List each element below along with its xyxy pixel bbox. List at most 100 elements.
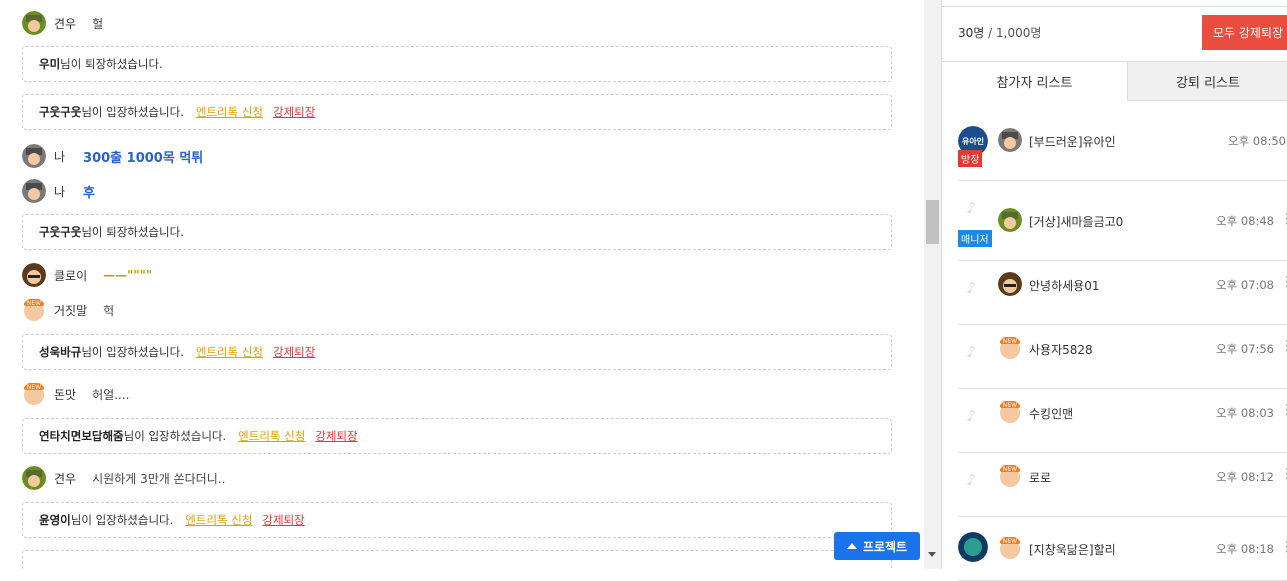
system-user: 우미 <box>39 57 61 71</box>
avatar <box>22 263 46 287</box>
chat-text: 300출 1000목 먹튀 <box>83 150 204 166</box>
avatar <box>22 466 46 490</box>
participant-row[interactable]: ♪ NEW 사용자5828 오후 07:56 ⋮ <box>958 324 1287 389</box>
more-options-icon[interactable]: ⋮ <box>1280 539 1287 555</box>
participant-row[interactable]: NEW [지창욱닮은]할리 오후 08:18 ⋮ <box>958 516 1287 581</box>
svg-text:유아인: 유아인 <box>962 136 984 146</box>
chat-message: 나 후 <box>22 179 894 203</box>
chat-message: 나 300출 1000목 먹튀 <box>22 144 894 168</box>
svg-text:NEW: NEW <box>1003 402 1017 409</box>
caret-up-icon <box>846 543 857 549</box>
chat-nick: 견우 <box>54 471 77 486</box>
entry-talk-link[interactable]: 엔트리톡 신청 <box>185 512 252 528</box>
participant-row[interactable]: ♪ 안녕하세용01 오후 07:08 ⋮ <box>958 260 1287 325</box>
chat-message: NEW 거짓말 헉 <box>22 298 894 322</box>
participant-name: 로로 <box>1029 471 1052 485</box>
participant-row[interactable]: ♪ NEW 수킹인맨 오후 08:03 ⋮ <box>958 388 1287 453</box>
participant-time: 오후 07:56 <box>1216 342 1274 356</box>
system-notice: 연타치면보답해줌 님이 입장하셨습니다. 엔트리톡 신청 강제퇴장 <box>22 418 892 454</box>
entry-talk-link[interactable]: 엔트리톡 신청 <box>238 428 305 444</box>
system-user: 윤영이 <box>39 513 71 527</box>
avatar: NEW <box>24 299 44 321</box>
more-options-icon[interactable]: ⋮ <box>1280 274 1287 290</box>
participant-count: 30명 / 1,000명 <box>958 24 1041 41</box>
more-options-icon[interactable]: ⋮ <box>1280 402 1287 418</box>
placeholder-icon: ♪ <box>966 470 977 489</box>
chat-scrollbar[interactable] <box>924 0 941 569</box>
participant-panel: 30명 / 1,000명 모두 강제퇴장 참가자 리스트 강퇴 리스트 유아인 … <box>941 0 1287 581</box>
avatar: NEW <box>1000 537 1020 559</box>
kick-link[interactable]: 강제퇴장 <box>273 344 315 360</box>
system-user: 연타치면보답해줌 <box>39 429 124 443</box>
svg-text:NEW: NEW <box>1003 338 1017 345</box>
kick-link[interactable]: 강제퇴장 <box>273 104 315 120</box>
tab-kicked-list[interactable]: 강퇴 리스트 <box>1128 61 1287 101</box>
role-badge-manager: 매니저 <box>958 230 992 247</box>
entry-talk-link[interactable]: 엔트리톡 신청 <box>196 104 263 120</box>
avatar <box>998 272 1022 296</box>
chat-text: 헉 <box>103 303 115 318</box>
chat-nick: 돈맛 <box>54 387 77 402</box>
system-text: 님이 입장하셨습니다. <box>70 513 174 527</box>
avatar <box>22 144 46 168</box>
more-options-icon[interactable]: ⋮ <box>1280 338 1287 354</box>
participant-row[interactable]: 유아인 방장 [부드러운]유아인 오후 08:50 <box>958 116 1287 181</box>
tab-participant-list[interactable]: 참가자 리스트 <box>942 61 1128 101</box>
current-count: 30명 <box>958 26 985 40</box>
system-user: 성욱바규 <box>39 345 82 359</box>
more-options-icon[interactable]: ⋮ <box>1280 466 1287 482</box>
placeholder-icon: ♪ <box>966 406 977 425</box>
chat-nick: 나 <box>54 184 66 199</box>
kick-link[interactable]: 강제퇴장 <box>262 512 304 528</box>
system-notice: 성욱바규 님이 입장하셨습니다. 엔트리톡 신청 강제퇴장 <box>22 334 892 370</box>
kick-link[interactable]: 강제퇴장 <box>315 428 357 444</box>
participant-name: 수킹인맨 <box>1029 407 1074 421</box>
placeholder-icon: ♪ <box>966 198 977 217</box>
participant-name: 안녕하세용01 <box>1029 279 1100 293</box>
system-notice: 구웃구웃 님이 입장하셨습니다. 엔트리톡 신청 강제퇴장 <box>22 94 892 130</box>
kick-all-button[interactable]: 모두 강제퇴장 <box>1202 15 1287 50</box>
more-options-icon[interactable]: ⋮ <box>1280 211 1287 227</box>
avatar: NEW <box>1000 465 1020 487</box>
chat-nick: 견우 <box>54 16 77 31</box>
avatar <box>22 11 46 35</box>
participant-tabs: 참가자 리스트 강퇴 리스트 <box>942 61 1287 101</box>
avatar <box>22 179 46 203</box>
chat-nick: 거짓말 <box>54 303 88 318</box>
chat-text: 헐 <box>92 16 104 31</box>
entry-talk-link[interactable]: 엔트리톡 신청 <box>196 344 263 360</box>
chat-text: 허얼.... <box>92 387 130 402</box>
max-count: / 1,000명 <box>988 26 1042 40</box>
participant-name: 사용자5828 <box>1029 343 1093 357</box>
profile-badge-image <box>958 532 988 562</box>
system-user: 구웃구웃 <box>39 105 82 119</box>
system-text: 님이 입장하셨습니다. <box>123 429 227 443</box>
system-user: 구웃구웃 <box>39 225 82 239</box>
avatar <box>998 128 1022 152</box>
avatar: NEW <box>1000 337 1020 359</box>
system-notice: 윤영이 님이 입장하셨습니다. 엔트리톡 신청 강제퇴장 <box>22 502 892 538</box>
scroll-down-arrow-icon[interactable] <box>928 552 936 557</box>
chat-text: 시원하게 3만개 쏜다더니.. <box>92 471 226 486</box>
participant-name: [지창욱닮은]할리 <box>1029 543 1116 557</box>
system-text: 님이 입장하셨습니다. <box>81 105 184 119</box>
divider <box>942 6 1287 7</box>
participant-name: [거상]새마을금고0 <box>1029 215 1124 229</box>
chat-text: 후 <box>83 185 96 201</box>
svg-text:NEW: NEW <box>27 300 41 307</box>
system-notice: 우미 님이 퇴장하셨습니다. <box>22 46 892 82</box>
scrollbar-thumb[interactable] <box>926 200 939 244</box>
avatar: NEW <box>1000 401 1020 423</box>
system-notice <box>22 550 892 569</box>
placeholder-icon: ♪ <box>966 278 977 297</box>
system-text: 님이 입장하셨습니다. <box>81 345 184 359</box>
chat-area: 견우 헐 우미 님이 퇴장하셨습니다. 구웃구웃 님이 입장하셨습니다. 엔트리톡 … <box>0 0 924 569</box>
participant-row[interactable]: ♪ NEW 로로 오후 08:12 ⋮ <box>958 452 1287 517</box>
project-button-label: 프로젝트 <box>862 539 908 554</box>
participant-time: 오후 08:18 <box>1216 542 1274 556</box>
project-button[interactable]: 프로젝트 <box>834 532 920 560</box>
participant-row[interactable]: ♪ 매니저 [거상]새마을금고0 오후 08:48 ⋮ <box>958 180 1287 261</box>
avatar <box>998 208 1022 232</box>
system-text: 님이 퇴장하셨습니다. <box>60 57 163 71</box>
chat-nick: 나 <box>54 149 66 164</box>
